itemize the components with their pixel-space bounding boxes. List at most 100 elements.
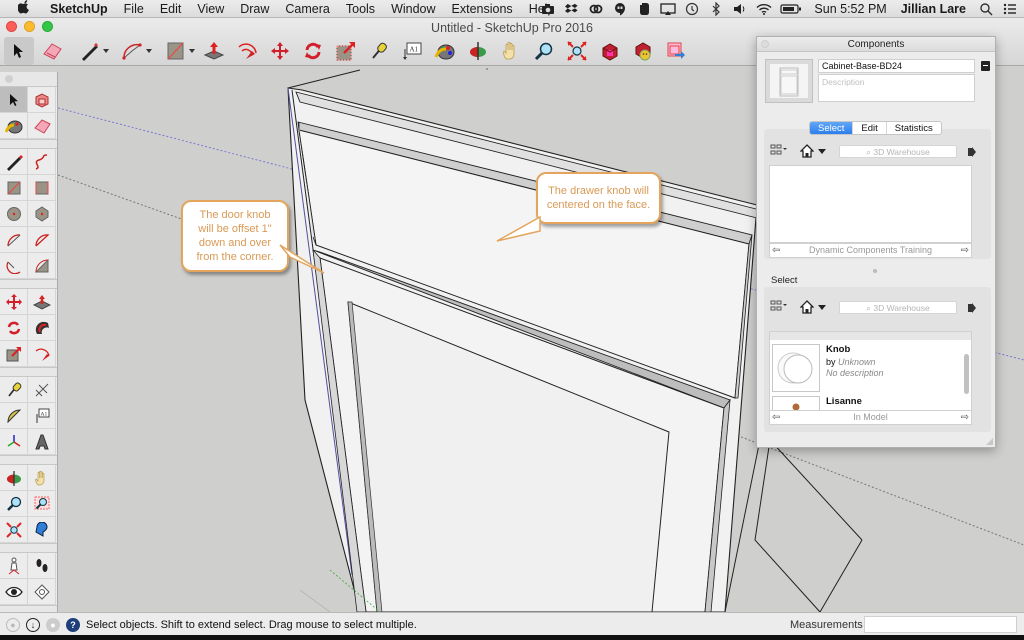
tab-select[interactable]: Select bbox=[810, 122, 854, 134]
toolbar-pencil-button[interactable] bbox=[70, 37, 110, 65]
toolbar-text-button[interactable]: A1 bbox=[397, 37, 427, 65]
toolbar-tape-measure-button[interactable] bbox=[364, 37, 394, 65]
component-description-field[interactable]: Description bbox=[818, 74, 975, 102]
in-model-component-list[interactable]: Knob by Unknown No description Lisanne b… bbox=[769, 331, 972, 411]
forward-arrow-icon[interactable]: ⇨ bbox=[961, 244, 969, 257]
component-name-field[interactable]: Cabinet-Base-BD24 bbox=[818, 59, 975, 73]
toolbar-arc-button[interactable] bbox=[113, 37, 153, 65]
panel-resize-handle[interactable] bbox=[986, 438, 993, 445]
list-item-lisanne[interactable]: Lisanne by SketchUp bbox=[772, 394, 962, 410]
evernote-icon[interactable] bbox=[636, 2, 652, 16]
hangouts-icon[interactable] bbox=[612, 2, 628, 16]
menubar-user[interactable]: Jillian Lare bbox=[901, 2, 966, 16]
toolbar-push-pull-button[interactable] bbox=[199, 37, 229, 65]
palette-move-button[interactable] bbox=[0, 289, 28, 315]
credits-icon[interactable]: ↓ bbox=[26, 618, 40, 632]
palette-protractor-button[interactable] bbox=[0, 403, 28, 429]
chevron-down-icon[interactable] bbox=[189, 49, 195, 53]
palette-rotated-rectangle-button[interactable] bbox=[28, 175, 56, 201]
toolbar-scale-button[interactable] bbox=[331, 37, 361, 65]
palette-text-button[interactable]: A1 bbox=[28, 403, 56, 429]
battery-icon[interactable] bbox=[780, 2, 802, 16]
palette-walk-button[interactable] bbox=[28, 553, 56, 579]
home-icon[interactable] bbox=[799, 300, 815, 314]
time-machine-icon[interactable] bbox=[684, 2, 700, 16]
palette-polygon-button[interactable] bbox=[28, 201, 56, 227]
palette-freehand-button[interactable] bbox=[28, 149, 56, 175]
palette-zoom-button[interactable] bbox=[0, 491, 28, 517]
home-icon[interactable] bbox=[799, 144, 815, 158]
palette-3-point-arc-button[interactable] bbox=[28, 253, 56, 279]
palette-previous-view-button[interactable] bbox=[28, 517, 56, 543]
menu-window[interactable]: Window bbox=[383, 2, 443, 16]
palette-make-component-button[interactable] bbox=[28, 87, 56, 113]
menu-edit[interactable]: Edit bbox=[152, 2, 190, 16]
geo-location-icon[interactable]: ● bbox=[6, 618, 20, 632]
navigation-dropdown-icon[interactable] bbox=[818, 304, 826, 310]
palette-orbit-button[interactable] bbox=[0, 465, 28, 491]
palette-rectangle-button[interactable] bbox=[0, 175, 28, 201]
palette-dimension-button[interactable] bbox=[28, 377, 56, 403]
palette-pan-button[interactable] bbox=[28, 465, 56, 491]
back-arrow-icon[interactable]: ⇦ bbox=[772, 244, 780, 257]
apple-menu[interactable] bbox=[16, 0, 32, 17]
back-arrow-icon[interactable]: ⇦ bbox=[772, 411, 780, 424]
palette-rotate-button[interactable] bbox=[0, 315, 28, 341]
menu-draw[interactable]: Draw bbox=[232, 2, 277, 16]
menu-extensions[interactable]: Extensions bbox=[444, 2, 521, 16]
toolbar-move-button[interactable] bbox=[265, 37, 295, 65]
top-component-list[interactable] bbox=[769, 165, 972, 243]
palette-zoom-extents-button[interactable] bbox=[0, 517, 28, 543]
palette-zoom-window-button[interactable] bbox=[28, 491, 56, 517]
toolbar-extension-warehouse-button[interactable] bbox=[628, 37, 658, 65]
toolbar-orbit-button[interactable] bbox=[463, 37, 493, 65]
palette-section-plane-button[interactable] bbox=[28, 579, 56, 605]
palette-paint-bucket-button[interactable] bbox=[0, 113, 28, 139]
toolbar-pan-button[interactable] bbox=[496, 37, 526, 65]
toolbar-zoom-button[interactable] bbox=[529, 37, 559, 65]
palette-line-button[interactable] bbox=[0, 149, 28, 175]
spotlight-search-icon[interactable] bbox=[978, 2, 994, 16]
palette-follow-me-button[interactable] bbox=[28, 315, 56, 341]
bottom-warehouse-search-input[interactable]: ⌕ 3D Warehouse bbox=[839, 300, 957, 314]
components-close-button[interactable] bbox=[761, 40, 769, 48]
menu-sketchup[interactable]: SketchUp bbox=[42, 2, 116, 16]
toolbar-paint-bucket-button[interactable] bbox=[430, 37, 460, 65]
notification-center-icon[interactable] bbox=[1002, 2, 1018, 16]
chevron-down-icon[interactable] bbox=[103, 49, 109, 53]
palette-2-point-arc-button[interactable] bbox=[0, 253, 28, 279]
palette-axes-button[interactable] bbox=[0, 429, 28, 455]
list-scrollbar[interactable] bbox=[964, 354, 969, 394]
palette-scale-button[interactable] bbox=[0, 341, 28, 367]
palette-3d-text-button[interactable] bbox=[28, 429, 56, 455]
toolbar-offset-button[interactable] bbox=[232, 37, 262, 65]
palette-look-around-button[interactable] bbox=[0, 579, 28, 605]
split-handle[interactable] bbox=[873, 269, 877, 273]
help-icon[interactable]: ? bbox=[66, 618, 80, 632]
user-account-icon[interactable]: ● bbox=[46, 618, 60, 632]
tab-edit[interactable]: Edit bbox=[853, 122, 887, 134]
palette-eraser-button[interactable] bbox=[28, 113, 56, 139]
palette-arc-button[interactable] bbox=[0, 227, 28, 253]
camera-icon[interactable] bbox=[540, 2, 556, 16]
palette-push-pull-button[interactable] bbox=[28, 289, 56, 315]
volume-icon[interactable] bbox=[732, 2, 748, 16]
menu-tools[interactable]: Tools bbox=[338, 2, 383, 16]
view-options-icon[interactable] bbox=[770, 300, 792, 315]
palette-pie-button[interactable] bbox=[28, 227, 56, 253]
toolbar-select-button[interactable] bbox=[4, 37, 34, 65]
toolbar-3d-warehouse-button[interactable] bbox=[595, 37, 625, 65]
toolbar-zoom-extents-button[interactable] bbox=[562, 37, 592, 65]
top-warehouse-search-input[interactable]: ⌕ 3D Warehouse bbox=[839, 144, 957, 158]
toolbar-share-model-button[interactable] bbox=[661, 37, 691, 65]
bluetooth-icon[interactable] bbox=[708, 2, 724, 16]
forward-arrow-icon[interactable]: ⇨ bbox=[961, 411, 969, 424]
palette-select-button[interactable] bbox=[0, 87, 28, 113]
palette-circle-button[interactable] bbox=[0, 201, 28, 227]
details-arrow-icon[interactable] bbox=[967, 301, 977, 313]
list-item-knob[interactable]: Knob by Unknown No description bbox=[772, 342, 962, 398]
toolbar-rotate-button[interactable] bbox=[298, 37, 328, 65]
drawer-knob-callout[interactable]: The drawer knob will centered on the fac… bbox=[536, 172, 661, 224]
airplay-icon[interactable] bbox=[660, 2, 677, 16]
navigation-dropdown-icon[interactable] bbox=[818, 148, 826, 154]
